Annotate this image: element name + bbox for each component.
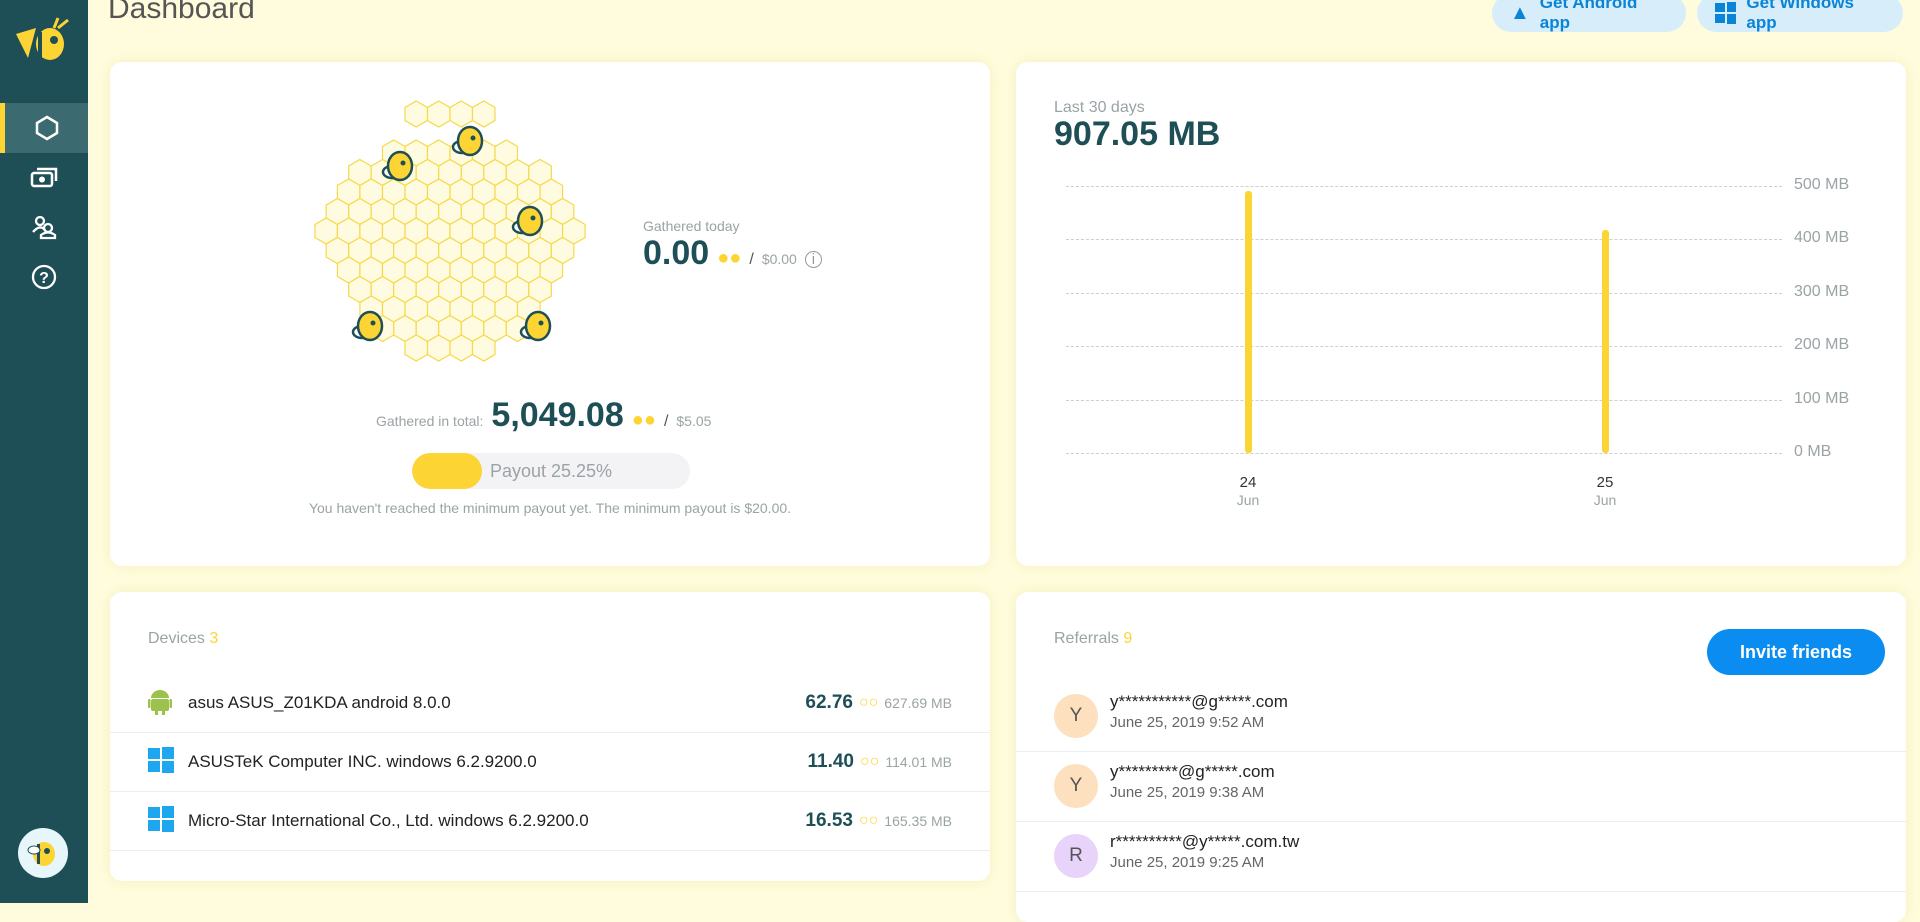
bee-icon xyxy=(27,842,55,866)
honey-coin-icon: ○○ xyxy=(858,812,879,829)
device-value: 16.53 xyxy=(805,810,853,831)
referral-avatar: R xyxy=(1054,834,1098,878)
x-tick-month: Jun xyxy=(1593,492,1617,508)
android-icon xyxy=(148,689,172,715)
sidebar: ? xyxy=(0,0,88,903)
user-avatar[interactable] xyxy=(18,828,68,878)
invite-friends-button[interactable]: Invite friends xyxy=(1707,629,1885,675)
gathered-total: Gathered in total: 5,049.08 ●● / $5.05 xyxy=(376,396,711,435)
devices-card: Devices 3 asus ASUS_Z01KDA android 8.0.0… xyxy=(110,592,990,881)
device-row[interactable]: asus ASUS_Z01KDA android 8.0.0 62.76 ○○ … xyxy=(110,674,990,733)
referral-item: Y y*********@g*****.com June 25, 2019 9:… xyxy=(1016,752,1906,822)
referral-date: June 25, 2019 9:25 AM xyxy=(1110,854,1265,871)
referral-avatar: Y xyxy=(1054,764,1098,808)
today-usd: $0.00 xyxy=(761,251,797,267)
separator: / xyxy=(749,251,754,268)
honey-coin-icon: ○○ xyxy=(860,753,880,770)
y-tick-label: 100 MB xyxy=(1794,389,1850,407)
windows-icon xyxy=(148,805,174,832)
honey-coin-icon: ○○ xyxy=(858,694,879,711)
referral-email: y*********@g*****.com xyxy=(1110,762,1275,781)
get-android-app-button[interactable]: ▲ Get Android app xyxy=(1492,0,1686,32)
device-name: asus ASUS_Z01KDA android 8.0.0 xyxy=(188,693,451,712)
sidebar-item-earnings[interactable] xyxy=(0,152,88,202)
separator: / xyxy=(663,413,669,430)
device-size: 165.35 MB xyxy=(884,813,952,829)
device-size: 114.01 MB xyxy=(885,754,952,770)
referrals-label: Referrals xyxy=(1054,630,1119,647)
device-name: ASUSTeK Computer INC. windows 6.2.9200.0 xyxy=(188,752,537,771)
gridline xyxy=(1066,292,1782,294)
device-value: 62.76 xyxy=(805,692,853,713)
windows-icon xyxy=(1715,2,1737,24)
devices-label: Devices xyxy=(148,630,205,647)
honey-coin-icon: ●● xyxy=(631,409,656,431)
referral-date: June 25, 2019 9:38 AM xyxy=(1110,784,1265,801)
bee-icon xyxy=(351,310,384,342)
svg-text:?: ? xyxy=(39,270,49,287)
honeycomb-illustration xyxy=(314,100,586,362)
gridline xyxy=(1066,453,1782,454)
y-tick-label: 200 MB xyxy=(1794,336,1850,354)
device-row[interactable]: ASUSTeK Computer INC. windows 6.2.9200.0… xyxy=(110,733,990,792)
x-tick-day: 25 xyxy=(1596,474,1614,491)
total-usd: $5.05 xyxy=(676,413,712,429)
gridline xyxy=(1066,239,1782,241)
gridline xyxy=(1066,399,1782,401)
payout-progress-bar: Payout 25.25% xyxy=(412,453,690,489)
gridline xyxy=(1066,186,1782,187)
device-name: Micro-Star International Co., Ltd. windo… xyxy=(188,811,589,830)
traffic-bar[interactable] xyxy=(1245,191,1252,453)
referrals-count: 9 xyxy=(1123,630,1133,647)
gridline xyxy=(1066,346,1782,348)
referral-date: June 25, 2019 9:52 AM xyxy=(1110,714,1265,731)
payout-note: You haven't reached the minimum payout y… xyxy=(308,500,792,516)
y-tick-label: 0 MB xyxy=(1794,443,1832,460)
device-value: 11.40 xyxy=(807,751,855,772)
devices-heading: Devices 3 xyxy=(148,630,218,648)
honey-coin-icon: ●● xyxy=(717,247,742,269)
sidebar-item-referrals[interactable] xyxy=(0,202,88,252)
referrals-card: Referrals 9 Invite friends Y y**********… xyxy=(1016,592,1906,922)
referral-item: R r**********@y*****.com.tw June 25, 201… xyxy=(1016,822,1906,892)
y-tick-label: 500 MB xyxy=(1794,176,1850,193)
total-label: Gathered in total: xyxy=(376,413,484,429)
gathered-today-label: Gathered today xyxy=(643,218,740,234)
traffic-bar[interactable] xyxy=(1602,230,1609,453)
get-windows-app-button[interactable]: Get Windows app xyxy=(1697,0,1903,32)
help-icon: ? xyxy=(31,264,57,290)
page-title: Dashboard xyxy=(108,0,255,25)
android-btn-label: Get Android app xyxy=(1539,0,1638,32)
device-size: 627.69 MB xyxy=(884,695,952,711)
y-tick-label: 400 MB xyxy=(1794,229,1850,247)
android-icon: ▲ xyxy=(1510,1,1530,24)
chart-total: 907.05 MB xyxy=(1054,115,1221,153)
total-value: 5,049.08 xyxy=(491,396,624,434)
windows-btn-label: Get Windows app xyxy=(1746,0,1854,32)
honeygain-logo xyxy=(16,17,69,60)
device-row[interactable]: Micro-Star International Co., Ltd. windo… xyxy=(110,792,990,851)
referral-item: Y y***********@g*****.com June 25, 2019 … xyxy=(1016,682,1906,752)
devices-count: 3 xyxy=(209,630,219,647)
earnings-card: Gathered today 0.00 ●● / $0.00 i Gathere… xyxy=(110,62,990,566)
hexagon-icon xyxy=(35,115,58,141)
today-value: 0.00 xyxy=(643,234,710,272)
referrals-heading: Referrals 9 xyxy=(1054,630,1132,648)
money-icon xyxy=(30,167,58,188)
bee-icon xyxy=(451,125,484,157)
gathered-today: 0.00 ●● / $0.00 i xyxy=(643,234,822,273)
referral-email: r**********@y*****.com.tw xyxy=(1110,832,1300,851)
referral-avatar: Y xyxy=(1054,694,1098,738)
sidebar-item-help[interactable]: ? xyxy=(0,252,88,302)
y-tick-label: 300 MB xyxy=(1794,282,1850,300)
info-icon[interactable]: i xyxy=(804,251,822,268)
x-tick-month: Jun xyxy=(1236,492,1260,508)
users-icon xyxy=(32,215,57,240)
windows-icon xyxy=(148,746,174,773)
referral-email: y***********@g*****.com xyxy=(1110,692,1288,711)
sidebar-item-dashboard[interactable] xyxy=(0,103,88,153)
payout-label: Payout 25.25% xyxy=(489,461,613,481)
x-tick-day: 24 xyxy=(1239,474,1257,491)
